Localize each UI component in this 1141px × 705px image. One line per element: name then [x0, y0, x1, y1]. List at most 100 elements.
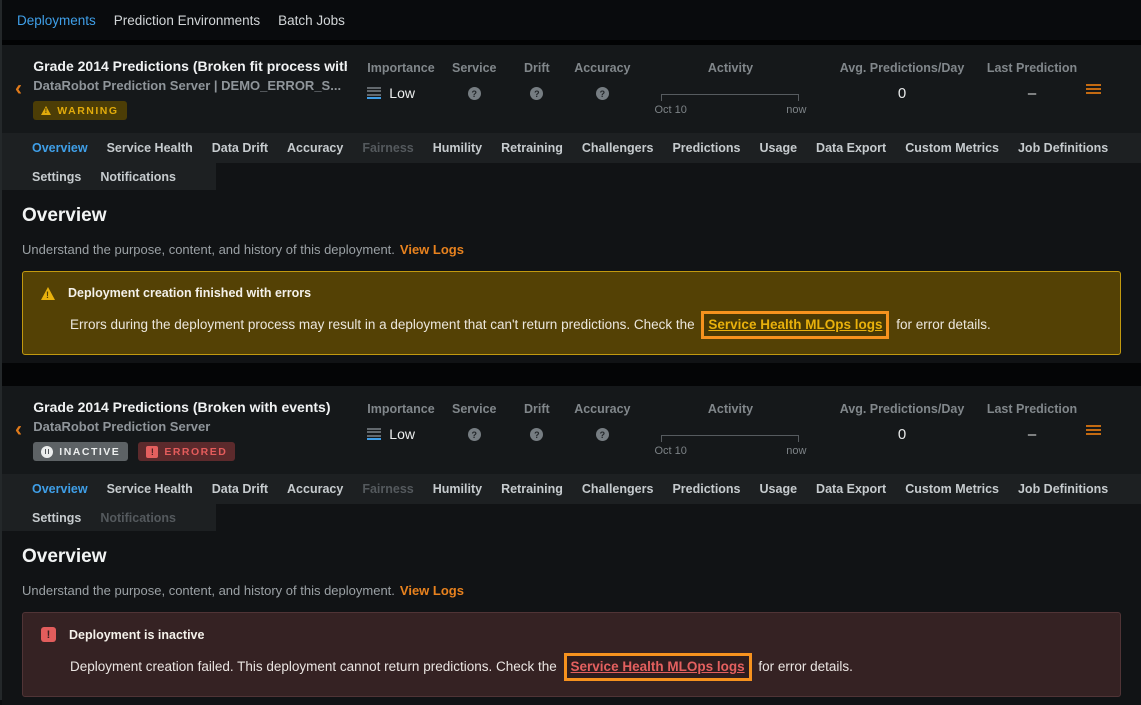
tab-service-health[interactable]: Service Health: [107, 141, 193, 155]
error-exclamation-icon: !: [41, 627, 56, 642]
banner-body-prefix: Deployment creation failed. This deploym…: [70, 659, 557, 674]
importance-low-icon: [367, 85, 381, 101]
importance-label: Importance: [367, 399, 440, 419]
drift-label: Drift: [508, 399, 566, 419]
highlight-box: Service Health MLOps logs: [701, 311, 889, 339]
last-prediction-value: –: [978, 426, 1086, 443]
tab-humility[interactable]: Humility: [433, 141, 482, 155]
back-chevron-icon[interactable]: ‹: [2, 80, 33, 98]
nav-item-deployments[interactable]: Deployments: [17, 13, 96, 28]
tab-accuracy[interactable]: Accuracy: [287, 482, 343, 496]
warning-badge-label: WARNING: [57, 105, 118, 117]
deployment-panel-warning: ‹ Grade 2014 Predictions (Broken fit pro…: [2, 45, 1141, 363]
deployment-header: ‹ Grade 2014 Predictions (Broken fit pro…: [2, 45, 1141, 133]
importance-value[interactable]: Low: [367, 426, 440, 442]
tab-humility[interactable]: Humility: [433, 482, 482, 496]
service-column: Service ?: [441, 399, 508, 443]
activity-sparkline: [661, 435, 799, 442]
errored-status-badge: ! ERRORED: [138, 442, 235, 461]
service-label: Service: [441, 399, 508, 419]
deployment-header: ‹ Grade 2014 Predictions (Broken with ev…: [2, 386, 1141, 474]
tab-settings[interactable]: Settings: [32, 511, 81, 525]
predictions-columns: Avg. Predictions/Day 0 Last Prediction –: [826, 399, 1086, 443]
tab-predictions[interactable]: Predictions: [672, 141, 740, 155]
tab-retraining[interactable]: Retraining: [501, 141, 563, 155]
deployment-panel-errored: ‹ Grade 2014 Predictions (Broken with ev…: [2, 386, 1141, 705]
activity-end-label: now: [786, 104, 806, 116]
drift-label: Drift: [508, 58, 566, 78]
predictions-columns: Avg. Predictions/Day 0 Last Prediction –: [826, 58, 1086, 102]
overview-heading: Overview: [22, 204, 1121, 227]
warning-triangle-icon: [41, 106, 51, 115]
tab-notifications[interactable]: Notifications: [100, 170, 176, 184]
accuracy-label: Accuracy: [566, 58, 639, 78]
tab-data-drift[interactable]: Data Drift: [212, 141, 268, 155]
tab-challengers[interactable]: Challengers: [582, 141, 654, 155]
tab-job-definitions[interactable]: Job Definitions: [1018, 482, 1108, 496]
tab-predictions[interactable]: Predictions: [672, 482, 740, 496]
banner-title: Deployment is inactive: [69, 628, 204, 642]
banner-body-suffix: for error details.: [758, 659, 853, 674]
actions-menu-icon[interactable]: [1086, 423, 1101, 437]
activity-sparkline: [661, 94, 799, 101]
overview-content: Overview Understand the purpose, content…: [2, 190, 1141, 363]
service-help-icon[interactable]: ?: [468, 428, 481, 441]
nav-item-batch-jobs[interactable]: Batch Jobs: [278, 13, 345, 28]
back-chevron-icon[interactable]: ‹: [2, 421, 33, 439]
panel-divider: [2, 363, 1141, 386]
drift-help-icon[interactable]: ?: [530, 428, 543, 441]
tab-challengers[interactable]: Challengers: [582, 482, 654, 496]
view-logs-link[interactable]: View Logs: [400, 583, 464, 598]
tab-job-definitions[interactable]: Job Definitions: [1018, 141, 1108, 155]
banner-body-suffix: for error details.: [896, 317, 991, 332]
accuracy-help-icon[interactable]: ?: [596, 428, 609, 441]
tab-usage[interactable]: Usage: [760, 141, 798, 155]
view-logs-link[interactable]: View Logs: [400, 242, 464, 257]
deployment-title: Grade 2014 Predictions (Broken fit proce…: [33, 58, 347, 75]
importance-value-label: Low: [389, 426, 415, 442]
tab-strip: Overview Service Health Data Drift Accur…: [2, 474, 1141, 531]
importance-value-label: Low: [389, 85, 415, 101]
importance-column: Importance Low: [347, 58, 440, 101]
service-health-mlops-logs-link[interactable]: Service Health MLOps logs: [708, 317, 882, 332]
last-prediction-value: –: [978, 85, 1086, 102]
service-column: Service ?: [441, 58, 508, 102]
tab-custom-metrics[interactable]: Custom Metrics: [905, 482, 999, 496]
drift-column: Drift ?: [508, 58, 566, 102]
actions-menu-icon[interactable]: [1086, 82, 1101, 96]
tab-overview[interactable]: Overview: [32, 482, 88, 496]
tab-data-export[interactable]: Data Export: [816, 141, 886, 155]
activity-start-label: Oct 10: [654, 104, 686, 116]
tab-data-drift[interactable]: Data Drift: [212, 482, 268, 496]
importance-low-icon: [367, 426, 381, 442]
tab-service-health[interactable]: Service Health: [107, 482, 193, 496]
top-nav: Deployments Prediction Environments Batc…: [2, 0, 1141, 40]
tab-overview[interactable]: Overview: [32, 141, 88, 155]
pause-icon: [41, 446, 53, 458]
error-exclamation-icon: !: [146, 446, 158, 458]
deployment-title: Grade 2014 Predictions (Broken with even…: [33, 399, 347, 416]
activity-start-label: Oct 10: [654, 445, 686, 457]
importance-label: Importance: [367, 58, 440, 78]
service-help-icon[interactable]: ?: [468, 87, 481, 100]
tab-settings[interactable]: Settings: [32, 170, 81, 184]
tab-data-export[interactable]: Data Export: [816, 482, 886, 496]
activity-column: Activity Oct 10 now: [639, 399, 822, 457]
tab-retraining[interactable]: Retraining: [501, 482, 563, 496]
deployment-title-block: Grade 2014 Predictions (Broken with even…: [33, 399, 347, 461]
activity-label: Activity: [639, 58, 822, 78]
tab-fairness: Fairness: [362, 141, 413, 155]
accuracy-help-icon[interactable]: ?: [596, 87, 609, 100]
overview-description: Understand the purpose, content, and his…: [22, 242, 395, 257]
service-health-mlops-logs-link[interactable]: Service Health MLOps logs: [571, 659, 745, 674]
nav-item-prediction-environments[interactable]: Prediction Environments: [114, 13, 260, 28]
activity-end-label: now: [786, 445, 806, 457]
avg-predictions-value: 0: [826, 426, 978, 443]
last-prediction-label: Last Prediction: [978, 399, 1086, 419]
tab-usage[interactable]: Usage: [760, 482, 798, 496]
tab-custom-metrics[interactable]: Custom Metrics: [905, 141, 999, 155]
warning-status-badge: WARNING: [33, 101, 126, 120]
importance-value[interactable]: Low: [367, 85, 440, 101]
tab-accuracy[interactable]: Accuracy: [287, 141, 343, 155]
drift-help-icon[interactable]: ?: [530, 87, 543, 100]
